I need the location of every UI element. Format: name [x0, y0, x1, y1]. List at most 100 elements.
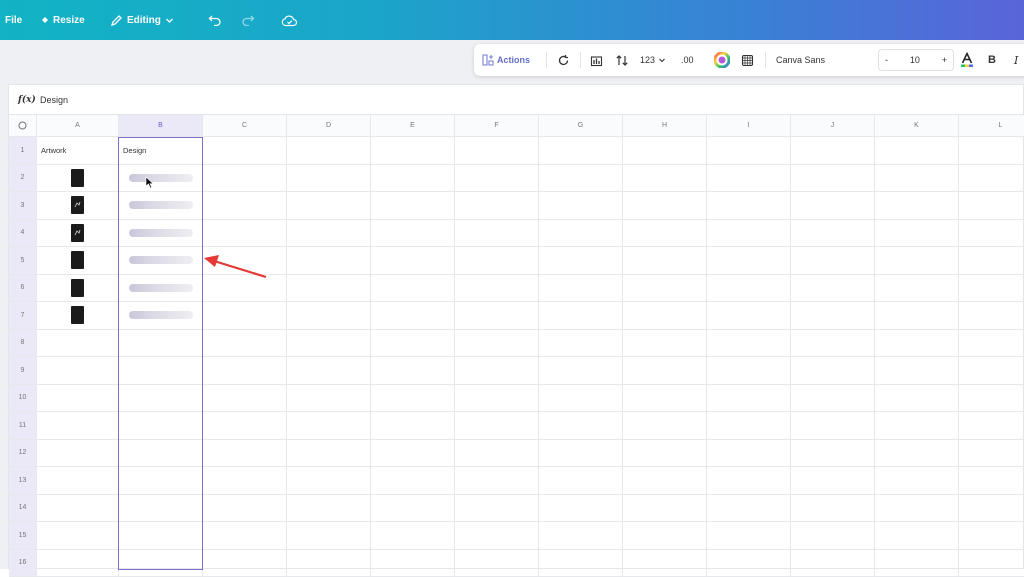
cell-E11[interactable] [371, 412, 455, 440]
resize-button[interactable]: Resize [41, 0, 85, 40]
cell-E5[interactable] [371, 247, 455, 275]
cell-H4[interactable] [623, 220, 707, 248]
cell-A15[interactable] [37, 522, 119, 550]
cell-L6[interactable] [959, 275, 1024, 303]
cell-A16[interactable] [37, 550, 119, 577]
cell-D4[interactable] [287, 220, 371, 248]
cell-K6[interactable] [875, 275, 959, 303]
cell-I12[interactable] [707, 440, 791, 468]
cell-E9[interactable] [371, 357, 455, 385]
cell-C11[interactable] [203, 412, 287, 440]
cell-K7[interactable] [875, 302, 959, 330]
cell-B6[interactable] [119, 275, 203, 303]
cell-B10[interactable] [119, 385, 203, 413]
cell-B12[interactable] [119, 440, 203, 468]
cell-D2[interactable] [287, 165, 371, 193]
cell-L1[interactable] [959, 137, 1024, 165]
cell-A9[interactable] [37, 357, 119, 385]
cell-L16[interactable] [959, 550, 1024, 577]
cell-B14[interactable] [119, 495, 203, 523]
row-header-7[interactable]: 7 [9, 302, 37, 330]
cell-G12[interactable] [539, 440, 623, 468]
cell-J6[interactable] [791, 275, 875, 303]
undo-button[interactable] [208, 0, 222, 40]
cell-K3[interactable] [875, 192, 959, 220]
cell-L3[interactable] [959, 192, 1024, 220]
cell-B3[interactable] [119, 192, 203, 220]
cell-C8[interactable] [203, 330, 287, 358]
redo-button[interactable] [241, 0, 255, 40]
column-header-b[interactable]: B [119, 115, 203, 137]
cell-D6[interactable] [287, 275, 371, 303]
column-header-h[interactable]: H [623, 115, 707, 137]
number-format-dropdown[interactable]: 123 [640, 44, 666, 76]
row-header-15[interactable]: 15 [9, 522, 37, 550]
font-size-stepper[interactable]: - 10 + [878, 49, 954, 71]
cell-D16[interactable] [287, 550, 371, 577]
cell-B11[interactable] [119, 412, 203, 440]
column-header-l[interactable]: L [959, 115, 1024, 137]
row-header-5[interactable]: 5 [9, 247, 37, 275]
cell-H10[interactable] [623, 385, 707, 413]
cell-E13[interactable] [371, 467, 455, 495]
refresh-button[interactable] [557, 44, 570, 76]
text-color-button[interactable] [960, 44, 974, 76]
cell-K9[interactable] [875, 357, 959, 385]
cell-L13[interactable] [959, 467, 1024, 495]
cell-E15[interactable] [371, 522, 455, 550]
cell-F6[interactable] [455, 275, 539, 303]
cell-L9[interactable] [959, 357, 1024, 385]
cell-C12[interactable] [203, 440, 287, 468]
increase-font-size-button[interactable]: + [942, 55, 947, 65]
cell-B5[interactable] [119, 247, 203, 275]
cell-J12[interactable] [791, 440, 875, 468]
cell-G16[interactable] [539, 550, 623, 577]
cell-I3[interactable] [707, 192, 791, 220]
cell-E7[interactable] [371, 302, 455, 330]
select-all-corner[interactable] [9, 115, 37, 137]
cell-A1[interactable]: Artwork [37, 137, 119, 165]
cell-F16[interactable] [455, 550, 539, 577]
cell-G10[interactable] [539, 385, 623, 413]
cloud-save-button[interactable] [281, 0, 298, 40]
cell-J13[interactable] [791, 467, 875, 495]
cell-A5[interactable] [37, 247, 119, 275]
cell-F15[interactable] [455, 522, 539, 550]
cell-D3[interactable] [287, 192, 371, 220]
column-header-i[interactable]: I [707, 115, 791, 137]
color-button[interactable] [714, 44, 730, 76]
cell-F9[interactable] [455, 357, 539, 385]
column-header-k[interactable]: K [875, 115, 959, 137]
cell-I1[interactable] [707, 137, 791, 165]
cell-B8[interactable] [119, 330, 203, 358]
cell-G14[interactable] [539, 495, 623, 523]
cell-C7[interactable] [203, 302, 287, 330]
cell-A2[interactable] [37, 165, 119, 193]
cell-H13[interactable] [623, 467, 707, 495]
cell-G9[interactable] [539, 357, 623, 385]
cell-K12[interactable] [875, 440, 959, 468]
cell-F4[interactable] [455, 220, 539, 248]
cell-A14[interactable] [37, 495, 119, 523]
cell-L14[interactable] [959, 495, 1024, 523]
cell-D13[interactable] [287, 467, 371, 495]
cell-D14[interactable] [287, 495, 371, 523]
cell-F8[interactable] [455, 330, 539, 358]
cell-K15[interactable] [875, 522, 959, 550]
cell-L2[interactable] [959, 165, 1024, 193]
cell-A6[interactable] [37, 275, 119, 303]
cell-H3[interactable] [623, 192, 707, 220]
cell-A7[interactable] [37, 302, 119, 330]
cell-I6[interactable] [707, 275, 791, 303]
cell-G6[interactable] [539, 275, 623, 303]
column-header-a[interactable]: A [37, 115, 119, 137]
cell-G11[interactable] [539, 412, 623, 440]
cell-D5[interactable] [287, 247, 371, 275]
cell-C10[interactable] [203, 385, 287, 413]
bold-button[interactable]: B [988, 44, 996, 76]
cell-I14[interactable] [707, 495, 791, 523]
cell-L15[interactable] [959, 522, 1024, 550]
cell-C4[interactable] [203, 220, 287, 248]
cell-B9[interactable] [119, 357, 203, 385]
cell-K1[interactable] [875, 137, 959, 165]
